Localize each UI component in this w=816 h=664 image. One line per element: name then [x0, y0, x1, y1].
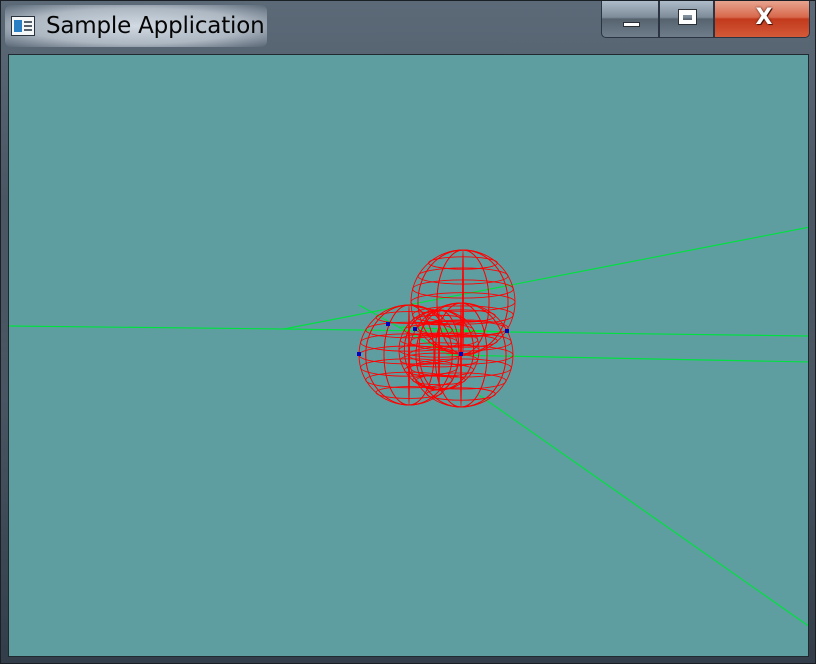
title-bar[interactable]: Sample Application X	[1, 1, 816, 53]
maximize-button[interactable]	[659, 1, 714, 38]
marker-point	[459, 352, 463, 356]
wireframe-sphere	[410, 249, 516, 355]
close-button[interactable]: X	[714, 1, 810, 38]
minimize-icon	[623, 22, 640, 27]
minimize-button[interactable]	[601, 1, 659, 38]
maximize-icon	[678, 9, 697, 25]
close-icon: X	[755, 5, 773, 30]
marker-point	[357, 352, 361, 356]
ray-line	[283, 226, 808, 330]
marker-point	[413, 327, 417, 331]
marker-point	[386, 322, 390, 326]
render-viewport[interactable]	[8, 54, 809, 657]
ray-line	[9, 325, 285, 330]
window-controls: X	[601, 1, 810, 39]
marker-point	[505, 329, 509, 333]
ray-line	[478, 394, 808, 627]
window-title: Sample Application	[46, 13, 265, 39]
application-window: Sample Application X	[0, 0, 816, 664]
scene-canvas	[9, 55, 808, 656]
app-window-icon[interactable]	[11, 16, 35, 36]
